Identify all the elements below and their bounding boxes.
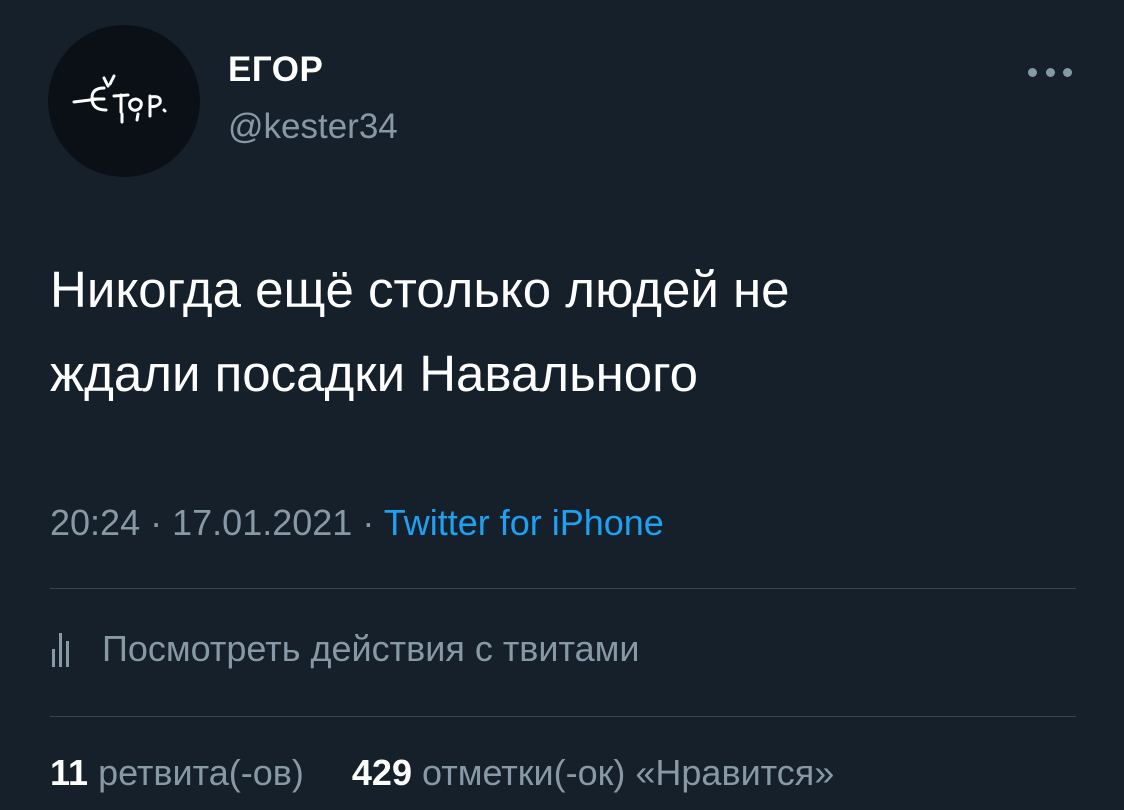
dot [1028,67,1037,77]
author-handle[interactable]: @kester34 [228,107,398,147]
tweet-time[interactable]: 20:24 [50,502,140,543]
avatar[interactable] [48,25,200,177]
tweet-source-link[interactable]: Twitter for iPhone [384,502,664,543]
tweet-meta: 20:24 · 17.01.2021 · Twitter for iPhone [50,502,664,544]
likes-label: отметки(-ок) «Нравится» [422,752,835,793]
view-tweet-activity-label: Посмотреть действия с твитами [102,628,640,669]
meta-separator: · [362,502,375,543]
avatar-graffiti-logo [72,74,167,124]
retweets-label: ретвита(-ов) [98,752,304,793]
dot [1063,67,1072,77]
likes-stat[interactable]: 429 отметки(-ок) «Нравится» [352,752,834,793]
likes-count: 429 [351,752,412,793]
dot [1045,67,1055,77]
tweet-detail: ЕГОР @kester34 Никогда ещё столько людей… [0,0,1124,810]
more-dots-icon[interactable] [1028,62,1072,82]
tweet-text: Никогда ещё столько людей не ждали посад… [50,261,790,402]
retweets-count: 11 [50,752,89,793]
retweets-stat[interactable]: 11 ретвита(-ов) [50,752,314,793]
divider [50,716,1076,717]
author-name[interactable]: ЕГОР [228,50,323,90]
meta-separator: · [150,502,163,543]
divider [50,588,1076,589]
tweet-date[interactable]: 17.01.2021 [172,502,352,543]
tweet-stats: 11 ретвита(-ов) 429 отметки(-ок) «Нравит… [50,752,834,794]
analytics-bars-icon [52,631,80,667]
view-tweet-activity-button[interactable]: Посмотреть действия с твитами [52,628,640,670]
